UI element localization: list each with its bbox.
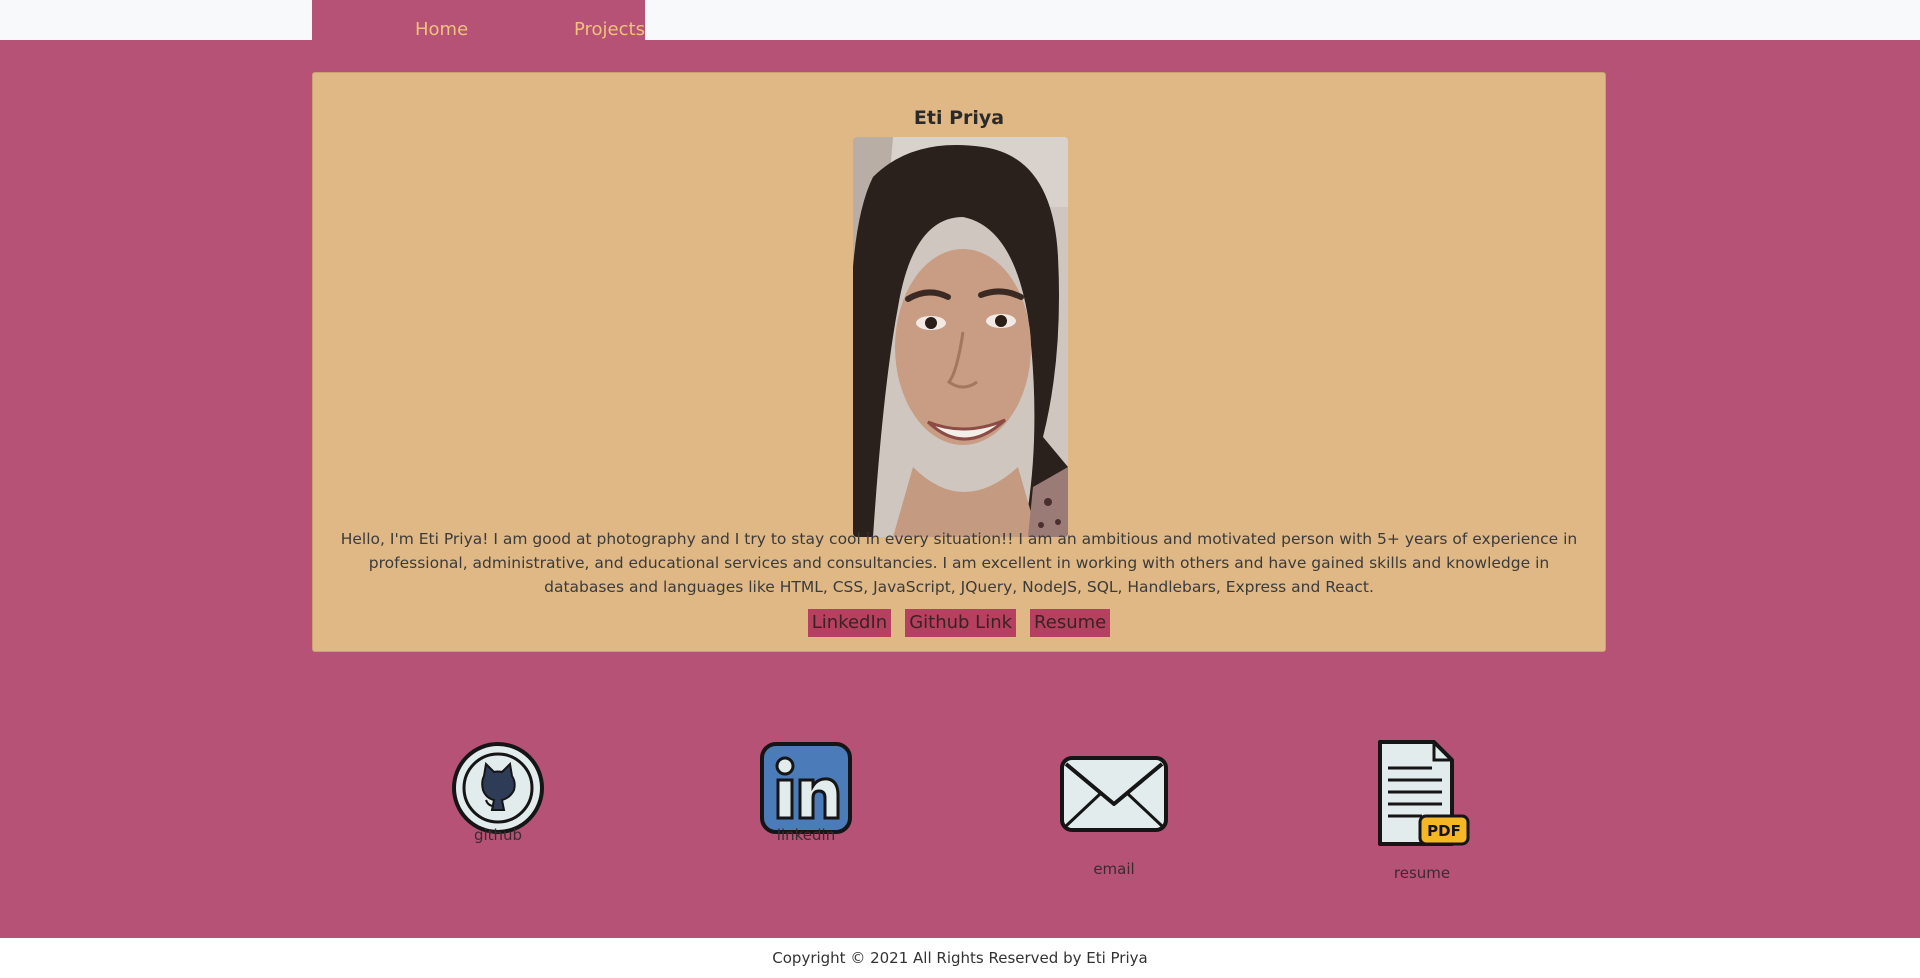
main-nav: Home Projects [312, 0, 645, 40]
github-link-button[interactable]: Github Link [905, 609, 1017, 637]
email-label: email [1093, 860, 1135, 878]
github-label: github [473, 826, 523, 844]
resume-button[interactable]: Resume [1030, 609, 1111, 637]
linkedin-contact[interactable]: linkedin [736, 740, 876, 844]
footer: Copyright © 2021 All Rights Reserved by … [0, 938, 1920, 978]
profile-bio: Hello, I'm Eti Priya! I am good at photo… [340, 530, 1578, 596]
svg-text:PDF: PDF [1427, 822, 1461, 840]
email-icon [1044, 740, 1184, 838]
profile-photo [853, 137, 1068, 537]
pdf-document-icon: PDF [1372, 740, 1472, 856]
email-contact[interactable]: email [1044, 740, 1184, 878]
profile-card: Eti Priya Hello, I'm Eti Priya! I am goo… [312, 72, 1606, 652]
profile-name: Eti Priya [913, 107, 1005, 129]
nav-projects-link[interactable]: Projects [574, 19, 645, 40]
linkedin-button[interactable]: LinkedIn [807, 609, 892, 637]
linkedin-label: linkedin [776, 826, 836, 844]
contact-icons: github linkedin email PDF resume [0, 740, 1920, 900]
profile-links: LinkedIn Github Link Resume [313, 609, 1605, 637]
resume-label: resume [1393, 864, 1451, 882]
github-contact[interactable]: github [428, 740, 568, 844]
copyright-text: Copyright © 2021 All Rights Reserved by … [772, 949, 1148, 967]
top-bar [0, 0, 1920, 40]
nav-home-link[interactable]: Home [415, 19, 468, 40]
resume-contact[interactable]: PDF resume [1352, 740, 1492, 882]
